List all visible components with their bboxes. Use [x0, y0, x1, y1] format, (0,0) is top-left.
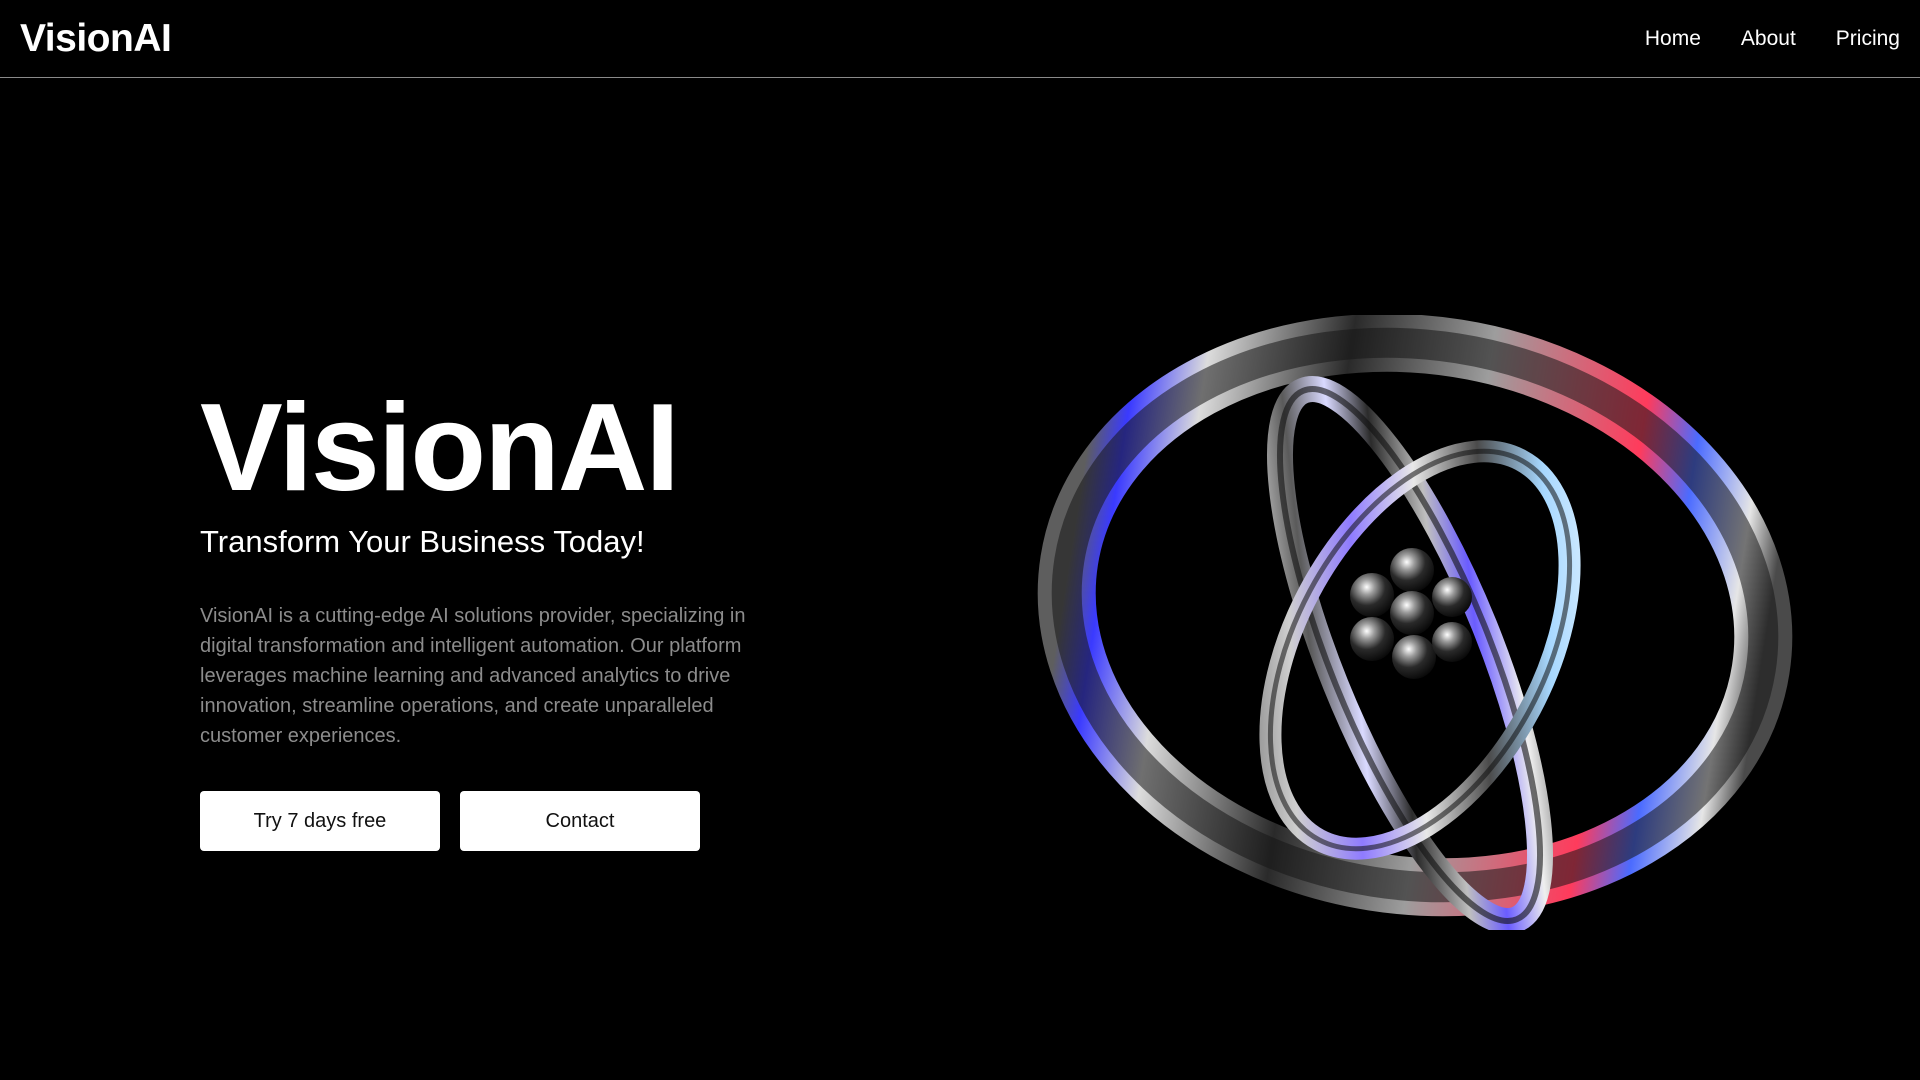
nav-link-about[interactable]: About — [1741, 25, 1796, 53]
top-navigation-bar: VisionAI Home About Pricing — [0, 0, 1920, 78]
hero-description: VisionAI is a cutting-edge AI solutions … — [200, 605, 746, 747]
hero-actions: Try 7 days free Contact — [200, 791, 840, 851]
contact-button[interactable]: Contact — [460, 791, 700, 851]
nav-link-home[interactable]: Home — [1645, 25, 1701, 53]
brand-logo[interactable]: VisionAI — [20, 16, 172, 62]
main-nav: Home About Pricing — [1645, 25, 1900, 53]
nav-link-pricing[interactable]: Pricing — [1836, 25, 1900, 53]
hero-subtitle: Transform Your Business Today! — [200, 524, 645, 559]
try-free-button[interactable]: Try 7 days free — [200, 791, 440, 851]
chrome-gyroscope-rings-icon — [1030, 313, 1800, 934]
hero-title: VisionAI — [200, 379, 680, 517]
hero-section: VisionAI Transform Your Business Today! … — [200, 385, 840, 851]
